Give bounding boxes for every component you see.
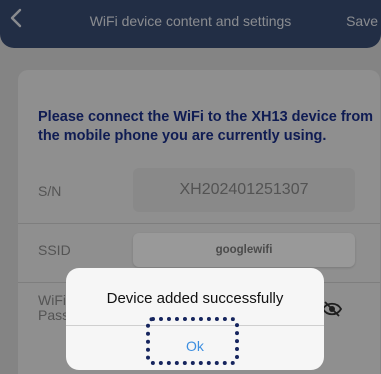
ok-highlight-box (146, 317, 239, 365)
dialog-message: Device added successfully (106, 290, 284, 307)
